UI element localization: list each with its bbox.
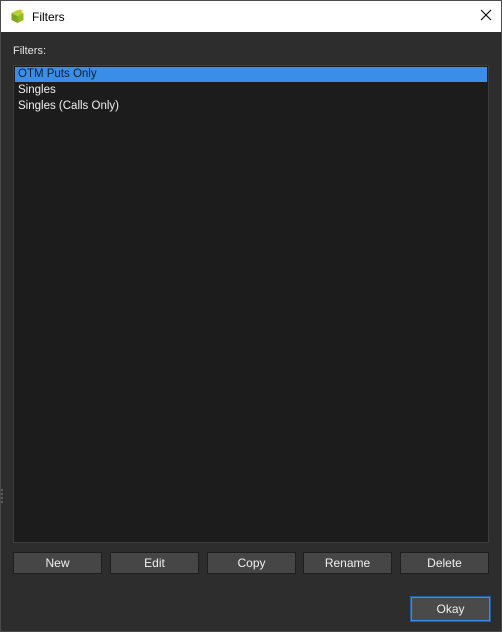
close-button[interactable]: [471, 1, 501, 32]
filters-list[interactable]: OTM Puts Only Singles Singles (Calls Onl…: [13, 65, 489, 543]
resize-grip[interactable]: [1, 489, 4, 503]
edit-button[interactable]: Edit: [110, 552, 199, 574]
new-button[interactable]: New: [13, 552, 102, 574]
title-bar[interactable]: Filters: [1, 1, 501, 32]
copy-button[interactable]: Copy: [207, 552, 296, 574]
rename-button[interactable]: Rename: [303, 552, 392, 574]
filters-dialog: Filters Filters: OTM Puts Only Singles S…: [0, 0, 502, 632]
delete-button[interactable]: Delete: [400, 552, 489, 574]
close-icon: [480, 8, 492, 26]
okay-button[interactable]: Okay: [410, 596, 491, 622]
list-item-singles-calls-only[interactable]: Singles (Calls Only): [15, 99, 487, 114]
cube-icon: [10, 9, 25, 24]
list-item-singles[interactable]: Singles: [15, 83, 487, 98]
filters-label: Filters:: [13, 45, 46, 57]
window-title: Filters: [32, 10, 65, 24]
list-item-otm-puts-only[interactable]: OTM Puts Only: [15, 67, 487, 82]
